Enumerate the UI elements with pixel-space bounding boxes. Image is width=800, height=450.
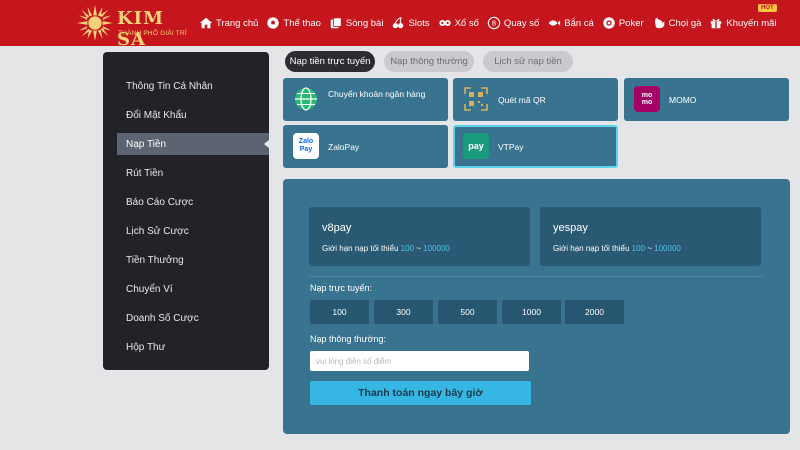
sidebar-item-profile[interactable]: Thông Tin Cá Nhân [117, 75, 269, 97]
home-icon [199, 16, 213, 30]
vtpay-logo-text: pay [468, 141, 484, 151]
method-card-qr[interactable]: Quét mã QR [453, 78, 618, 121]
pay-now-button[interactable]: Thanh toán ngay bây giờ [310, 381, 531, 405]
sidebar-item-change-password[interactable]: Đổi Mật Khẩu [117, 104, 269, 126]
method-label: ZaloPay [328, 142, 360, 152]
amount-option-100[interactable]: 100 [310, 300, 369, 324]
gift-icon [709, 16, 723, 30]
sidebar-item-bonus[interactable]: Tiền Thưởng [117, 249, 269, 271]
account-sidebar: Thông Tin Cá Nhân Đổi Mật Khẩu Nạp Tiền … [103, 52, 270, 370]
nav-item-label: Khuyến mãi [726, 17, 777, 29]
method-label: Chuyển khoản ngân hàng [328, 89, 426, 99]
sidebar-item-withdraw[interactable]: Rút Tiền [117, 162, 269, 184]
zalopay-logo-text: Zalo Pay [298, 138, 314, 153]
nav-item-label: Poker [618, 17, 644, 29]
sun-logo-icon [76, 4, 114, 42]
poker-chip-icon [602, 16, 616, 30]
tab-online-deposit[interactable]: Nạp tiền trực tuyến [285, 51, 375, 72]
gateway-card-v8pay[interactable]: v8pay Giới hạn nạp tối thiểu 100 ~ 10000… [309, 207, 530, 266]
method-card-momo[interactable]: mo mo MOMO [624, 78, 789, 121]
method-card-bank-transfer[interactable]: Chuyển khoản ngân hàng [283, 78, 448, 121]
nav-item-lottery[interactable]: Xổ số [434, 0, 483, 46]
sidebar-item-deposit[interactable]: Nạp Tiền [117, 133, 270, 155]
nav-item-slots[interactable]: Slots [387, 0, 433, 46]
nav-item-sports[interactable]: Thể thao [262, 0, 325, 46]
deposit-panel: v8pay Giới hạn nạp tối thiểu 100 ~ 10000… [283, 179, 790, 434]
sidebar-item-inbox[interactable]: Hộp Thư [117, 336, 269, 358]
tab-deposit-history[interactable]: Lịch sử nạp tiền [483, 51, 573, 72]
normal-deposit-label: Nạp thông thường: [310, 334, 386, 344]
casino-icon [329, 16, 343, 30]
sidebar-item-bet-history[interactable]: Lịch Sử Cược [117, 220, 269, 242]
brand-tagline: THÀNH PHỐ GIẢI TRÍ [118, 30, 187, 37]
main-nav: Trang chủ Thể thao Sòng bài Slots Xổ số … [195, 0, 781, 46]
amount-option-2000[interactable]: 2000 [565, 300, 624, 324]
zalopay-logo-icon: Zalo Pay [293, 133, 319, 159]
amount-input[interactable] [310, 351, 529, 371]
nav-item-casino[interactable]: Sòng bài [325, 0, 388, 46]
fish-icon [547, 16, 561, 30]
cherries-icon [391, 16, 405, 30]
amount-option-1000[interactable]: 1000 [502, 300, 561, 324]
nav-item-home[interactable]: Trang chủ [195, 0, 262, 46]
tab-normal-deposit[interactable]: Nạp thông thường [384, 51, 474, 72]
gateway-limit: Giới hạn nạp tối thiểu 100 ~ 100000 [553, 244, 681, 253]
section-divider [309, 276, 763, 277]
nav-item-label: Chọi gà [668, 17, 702, 29]
nav-item-fishing[interactable]: Bắn cá [543, 0, 598, 46]
online-deposit-label: Nạp trực tuyến: [310, 283, 373, 293]
globe-icon [293, 86, 319, 112]
vtpay-logo-icon: pay [463, 133, 489, 159]
brand-logo[interactable]: KIM SA THÀNH PHỐ GIẢI TRÍ [70, 2, 195, 50]
rooster-icon [652, 16, 666, 30]
gateway-limit-label: Giới hạn nạp tối thiểu [322, 244, 399, 253]
method-card-vtpay[interactable]: pay VTPay [453, 125, 618, 168]
method-label: Quét mã QR [498, 95, 546, 105]
gateway-limit: Giới hạn nạp tối thiểu 100 ~ 100000 [322, 244, 450, 253]
sidebar-item-bet-report[interactable]: Báo Cáo Cược [117, 191, 269, 213]
number-ball-icon: 8 [487, 16, 501, 30]
gateway-limit-label: Giới hạn nạp tối thiểu [553, 244, 630, 253]
amount-option-500[interactable]: 500 [438, 300, 497, 324]
method-label: MOMO [669, 95, 697, 105]
nav-item-label: Thể thao [283, 17, 321, 29]
gateway-max: 100000 [654, 244, 681, 253]
svg-text:8: 8 [492, 20, 496, 28]
amount-option-300[interactable]: 300 [374, 300, 433, 324]
soccer-ball-icon [266, 16, 280, 30]
gateway-card-yespay[interactable]: yespay Giới hạn nạp tối thiểu 100 ~ 1000… [540, 207, 761, 266]
nav-item-label: Trang chủ [216, 17, 259, 29]
nav-item-label: Quay số [503, 17, 540, 29]
nav-item-label: Xổ số [454, 17, 479, 29]
gateway-name: v8pay [322, 222, 352, 234]
nav-item-cockfight[interactable]: Chọi gà [648, 0, 706, 46]
top-header: KIM SA THÀNH PHỐ GIẢI TRÍ Trang chủ Thể … [0, 0, 800, 50]
nav-item-label: Bắn cá [564, 17, 594, 29]
sidebar-item-turnover[interactable]: Doanh Số Cược [117, 307, 269, 329]
method-card-zalopay[interactable]: Zalo Pay ZaloPay [283, 125, 448, 168]
nav-item-number-draw[interactable]: 8 Quay số [483, 0, 543, 46]
gateway-min: 100 [400, 244, 414, 253]
sidebar-item-wallet-transfer[interactable]: Chuyển Ví [117, 278, 269, 300]
gateway-name: yespay [553, 222, 588, 234]
nav-item-label: Sòng bài [345, 17, 384, 29]
gateway-min: 100 [631, 244, 645, 253]
hot-badge: HOT [758, 4, 777, 12]
qr-code-icon [463, 86, 489, 112]
gateway-range-sep: ~ [647, 244, 652, 253]
gateway-max: 100000 [423, 244, 450, 253]
nav-item-poker[interactable]: Poker [598, 0, 648, 46]
lottery-icon [438, 16, 452, 30]
method-label: VTPay [498, 142, 524, 152]
nav-item-label: Slots [408, 17, 430, 29]
momo-logo-icon: mo mo [634, 86, 660, 112]
gateway-range-sep: ~ [416, 244, 421, 253]
momo-logo-text: mo mo [641, 92, 653, 106]
brand-name: KIM SA [117, 8, 164, 50]
